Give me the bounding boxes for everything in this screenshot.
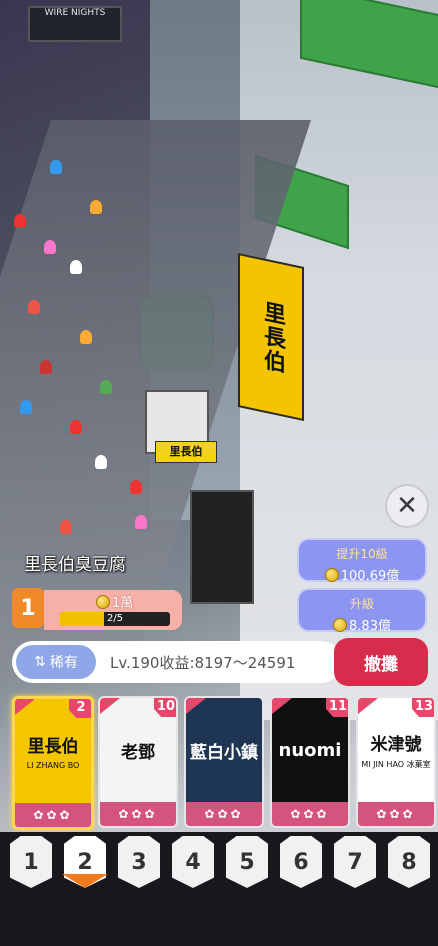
level-progress-panel[interactable]: 1萬 2/5 (44, 590, 182, 630)
slot-8[interactable]: 8 (388, 836, 430, 888)
slot-3[interactable]: 3 (118, 836, 160, 888)
pedestrian (100, 380, 112, 394)
shop-card-title: 老鄧 (121, 742, 155, 763)
card-rarity-stars: ✿✿✿ (272, 802, 348, 826)
pedestrian (130, 480, 142, 494)
upgrade-10-label: 提升10級 (336, 547, 388, 561)
close-button[interactable]: ✕ (385, 484, 429, 528)
pedestrian (44, 240, 56, 254)
slot-bar: 12345678 (0, 832, 438, 946)
shop-card[interactable]: 里長伯 LI ZHANG BO 2 ✿✿✿ (12, 696, 94, 830)
shop-name: 里長伯臭豆腐 (24, 555, 126, 575)
shop-card[interactable]: 老鄧 10 ✿✿✿ (98, 696, 178, 828)
shop-card-subtitle: LI ZHANG BO (26, 761, 80, 770)
shop-card[interactable]: 米津號 MI JIN HAO 冰菓室 13 ✿✿✿ (356, 696, 436, 828)
shop-card-title: nuomi (278, 739, 342, 761)
slot-1[interactable]: 1 (10, 836, 52, 888)
pedestrian (40, 360, 52, 374)
pedestrian (28, 300, 40, 314)
rarity-sort-button[interactable]: ⇅ 稀有 (16, 645, 96, 679)
rarity-label: 稀有 (49, 655, 78, 671)
demolish-button[interactable]: 撤攤 (334, 638, 428, 686)
pedestrian (95, 455, 107, 469)
pedestrian (70, 260, 82, 274)
pedestrian (90, 200, 102, 214)
coin-icon (96, 595, 110, 609)
upgrade-button[interactable]: 升級 8.83億 (297, 588, 427, 634)
sort-icon: ⇅ (34, 654, 46, 670)
progress-text: 2/5 (106, 613, 124, 624)
shop-level: 1 (12, 588, 44, 628)
card-rarity-stars: ✿✿✿ (358, 802, 434, 826)
pedestrian (80, 330, 92, 344)
shop-card[interactable]: 藍白小鎮 ✿✿✿ (184, 696, 264, 828)
card-rarity-stars: ✿✿✿ (100, 802, 176, 826)
upgrade-10-cost: 100.69億 (299, 565, 425, 584)
upgrade-label: 升級 (349, 597, 374, 611)
close-icon: ✕ (396, 491, 418, 521)
shop-card-title: 里長伯 (27, 737, 79, 757)
income-text: Lv.190收益:8197～24591 (110, 654, 296, 672)
pedestrian (20, 400, 32, 414)
stall-sign: 里長伯 (155, 441, 217, 463)
slot-4[interactable]: 4 (172, 836, 214, 888)
food-cart[interactable] (190, 490, 254, 604)
shop-card-list: 里長伯 LI ZHANG BO 2 ✿✿✿ 老鄧 10 ✿✿✿ 藍白小鎮 ✿✿✿ nuomi 11 ✿… (0, 690, 438, 830)
top-sign: WIRE NIGHTS (28, 6, 122, 42)
shop-card-logo: 藍白小鎮 (186, 698, 262, 802)
shop-card-subtitle: MI JIN HAO 冰菓室 (361, 760, 431, 769)
upgrade-cost: 1萬 (96, 592, 133, 611)
slot-5[interactable]: 5 (226, 836, 268, 888)
pedestrian (60, 520, 72, 534)
pedestrian (50, 160, 62, 174)
upgrade-cost-button: 8.83億 (299, 615, 425, 634)
coin-icon (333, 618, 348, 632)
level-progress-bar: 2/5 (60, 612, 170, 626)
card-rarity-stars: ✿✿✿ (15, 803, 91, 827)
street-sign: 里長伯 (238, 252, 304, 422)
shop-card-title: 藍白小鎮 (190, 742, 258, 763)
slot-7[interactable]: 7 (334, 836, 376, 888)
upgrade-10-button[interactable]: 提升10級 100.69億 (297, 538, 427, 584)
pedestrian (70, 420, 82, 434)
slot-6[interactable]: 6 (280, 836, 322, 888)
card-rarity-stars: ✿✿✿ (186, 802, 262, 826)
pedestrian (135, 515, 147, 529)
shop-card-title: 米津號 (370, 735, 422, 755)
shop-info-bar: ⇅ 稀有 Lv.190收益:8197～24591 (12, 641, 342, 683)
coin-icon (324, 568, 339, 582)
shop-card[interactable]: nuomi 11 ✿✿✿ (270, 696, 350, 828)
pedestrian (14, 214, 26, 228)
